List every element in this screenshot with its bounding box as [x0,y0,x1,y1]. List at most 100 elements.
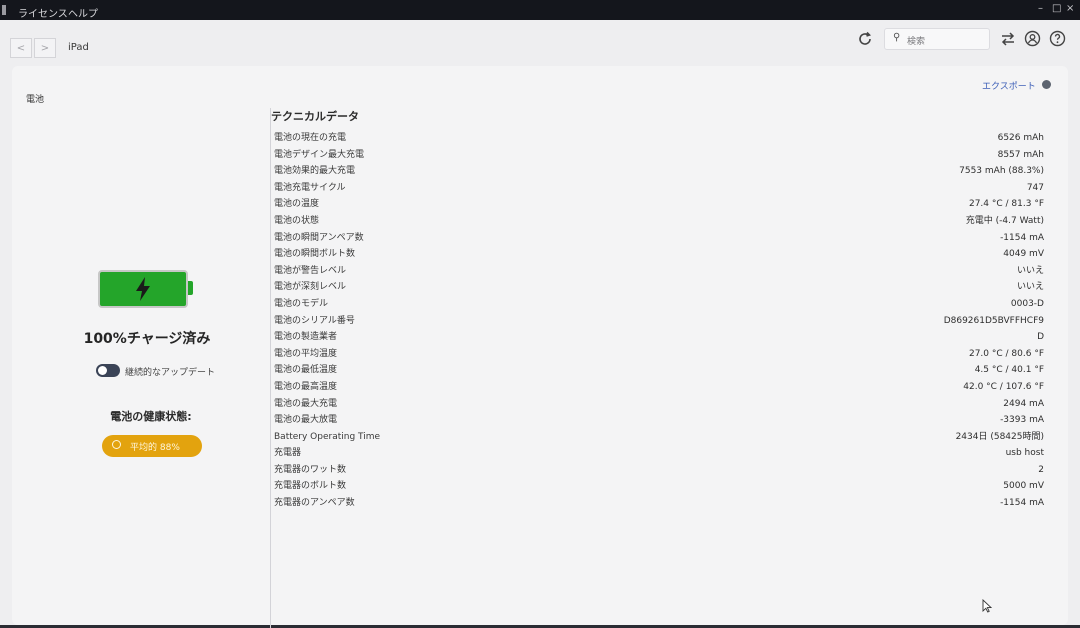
transfer-icon[interactable] [1000,31,1016,47]
row-value: -3393 mA [1000,415,1044,426]
list-item: 電池効果的最大充電 7553 mAh (88.3%) [274,163,1044,180]
continuous-update-label: 継続的なアップデート [125,368,216,378]
minimize-button[interactable]: – [1038,3,1043,14]
list-item: 充電器のボルト数 5000 mV [274,478,1044,495]
list-item: 電池デザイン最大充電 8557 mAh [274,147,1044,164]
row-value: 0003-D [1010,298,1044,309]
row-label: 電池効果的最大充電 [274,166,356,177]
row-label: 電池の最大放電 [274,415,338,426]
row-label: 電池デザイン最大充電 [274,149,365,160]
row-value: D [1037,332,1044,343]
account-icon[interactable] [1024,30,1041,47]
list-item: 電池充電サイクル 747 [274,180,1044,197]
refresh-icon[interactable] [856,30,874,48]
row-label: Battery Operating Time [274,431,381,442]
row-value: 27.0 °C / 80.6 °F [968,348,1044,359]
list-item: 充電器のアンペア数 -1154 mA [274,495,1044,512]
row-value: D869261D5BVFFHCF9 [943,315,1044,326]
list-item: 電池の瞬間ボルト数 4049 mV [274,246,1044,263]
list-item: 電池の最大充電 2494 mA [274,396,1044,413]
row-label: 充電器のワット数 [274,464,347,475]
list-item: 充電器 usb host [274,445,1044,462]
list-item: 電池の平均温度 27.0 °C / 80.6 °F [274,346,1044,363]
row-value: 2494 mA [1003,398,1044,409]
battery-panel: 電池 エクスポート 100%チャージ済み 継続的なアップデート 電池の健康状態:… [12,66,1068,628]
export-link[interactable]: エクスポート [982,79,1036,92]
row-value: 747 [1026,182,1044,193]
row-value: 2 [1038,464,1044,475]
row-label: 電池の瞬間ボルト数 [274,249,356,260]
toggle-knob [98,366,107,375]
charge-status: 100%チャージ済み [83,331,211,347]
row-label: 電池が深刻レベル [274,282,347,293]
search-icon: ⚲ [893,32,901,43]
mouse-cursor-icon [982,599,992,613]
health-badge: 平均的 88% [102,435,202,457]
export-options-icon[interactable] [1042,80,1051,89]
list-item: 電池の最低温度 4.5 °C / 40.1 °F [274,362,1044,379]
row-label: 電池のモデル [274,298,329,309]
list-item: 電池の現在の充電 6526 mAh [274,130,1044,147]
menu-bar: ライセンス ヘルプ – □ × [0,0,1080,22]
row-label: 電池の最低温度 [274,365,338,376]
technical-data-list: 電池の現在の充電 6526 mAh 電池デザイン最大充電 8557 mAh 電池効果的最… [274,130,1044,512]
list-item: 電池の温度 27.4 °C / 81.3 °F [274,196,1044,213]
row-label: 電池充電サイクル [274,182,346,193]
list-item: 電池の最高温度 42.0 °C / 107.6 °F [274,379,1044,396]
health-label: 電池の健康状態: [110,410,192,423]
row-value: いいえ [1016,282,1044,293]
row-label: 電池の状態 [274,215,320,226]
menu-edge [2,5,6,15]
row-value: -1154 mA [1000,232,1044,243]
row-label: 電池の瞬間アンペア数 [274,232,364,243]
back-button[interactable]: < [10,38,32,58]
breadcrumb[interactable]: iPad [68,42,89,53]
health-badge-text: 平均的 88% [130,443,180,453]
row-value: 7553 mAh (88.3%) [959,166,1044,177]
row-label: 充電器のボルト数 [274,481,347,492]
list-item: 電池が深刻レベル いいえ [274,279,1044,296]
close-button[interactable]: × [1066,3,1074,14]
row-label: 電池のシリアル番号 [274,315,355,326]
list-item: 電池のシリアル番号 D869261D5BVFFHCF9 [274,313,1044,330]
help-icon[interactable] [1049,30,1066,47]
row-value: -1154 mA [1000,498,1044,509]
row-value: 4.5 °C / 40.1 °F [974,365,1044,376]
row-label: 電池の現在の充電 [274,133,347,143]
row-value: 5000 mV [1003,481,1044,492]
menu-help[interactable]: ヘルプ [68,5,98,20]
search-input[interactable]: 検索 [907,34,925,47]
row-value: usb host [1005,448,1044,459]
list-item: 充電器のワット数 2 [274,462,1044,479]
row-label: 電池が警告レベル [274,265,347,276]
row-value: 充電中 (-4.7 Watt) [965,215,1044,226]
app-window: < > iPad ⚲ 検索 電池 エクスポート 100%チャージ済み 継続的なア… [0,20,1080,628]
list-item: 電池の状態 充電中 (-4.7 Watt) [274,213,1044,230]
list-item: 電池の製造業者 D [274,329,1044,346]
continuous-update-toggle[interactable] [96,364,120,377]
column-divider [270,108,271,628]
toolbar: < > iPad ⚲ 検索 [0,20,1080,68]
row-label: 電池の最高温度 [274,381,338,392]
row-label: 電池の製造業者 [274,332,338,343]
row-value: 6526 mAh [997,133,1044,143]
lightning-icon [136,277,150,301]
row-label: 電池の平均温度 [274,348,338,359]
info-icon [112,440,121,449]
technical-data-title: テクニカルデータ [271,110,359,123]
row-value: 27.4 °C / 81.3 °F [968,199,1044,210]
menu-license[interactable]: ライセンス [18,5,68,20]
maximize-button[interactable]: □ [1052,3,1061,14]
list-item: 電池のモデル 0003-D [274,296,1044,313]
row-label: 充電器のアンペア数 [274,498,355,509]
row-value: いいえ [1016,265,1044,276]
row-value: 2434日 (58425時間) [955,431,1044,442]
forward-button[interactable]: > [34,38,56,58]
list-item: 電池が警告レベル いいえ [274,263,1044,280]
row-value: 4049 mV [1003,249,1044,260]
list-item: 電池の最大放電 -3393 mA [274,412,1044,429]
list-item: 電池の瞬間アンペア数 -1154 mA [274,230,1044,247]
section-title: 電池 [26,95,45,105]
row-label: 充電器 [274,448,302,459]
search-box[interactable]: ⚲ 検索 [884,28,990,50]
